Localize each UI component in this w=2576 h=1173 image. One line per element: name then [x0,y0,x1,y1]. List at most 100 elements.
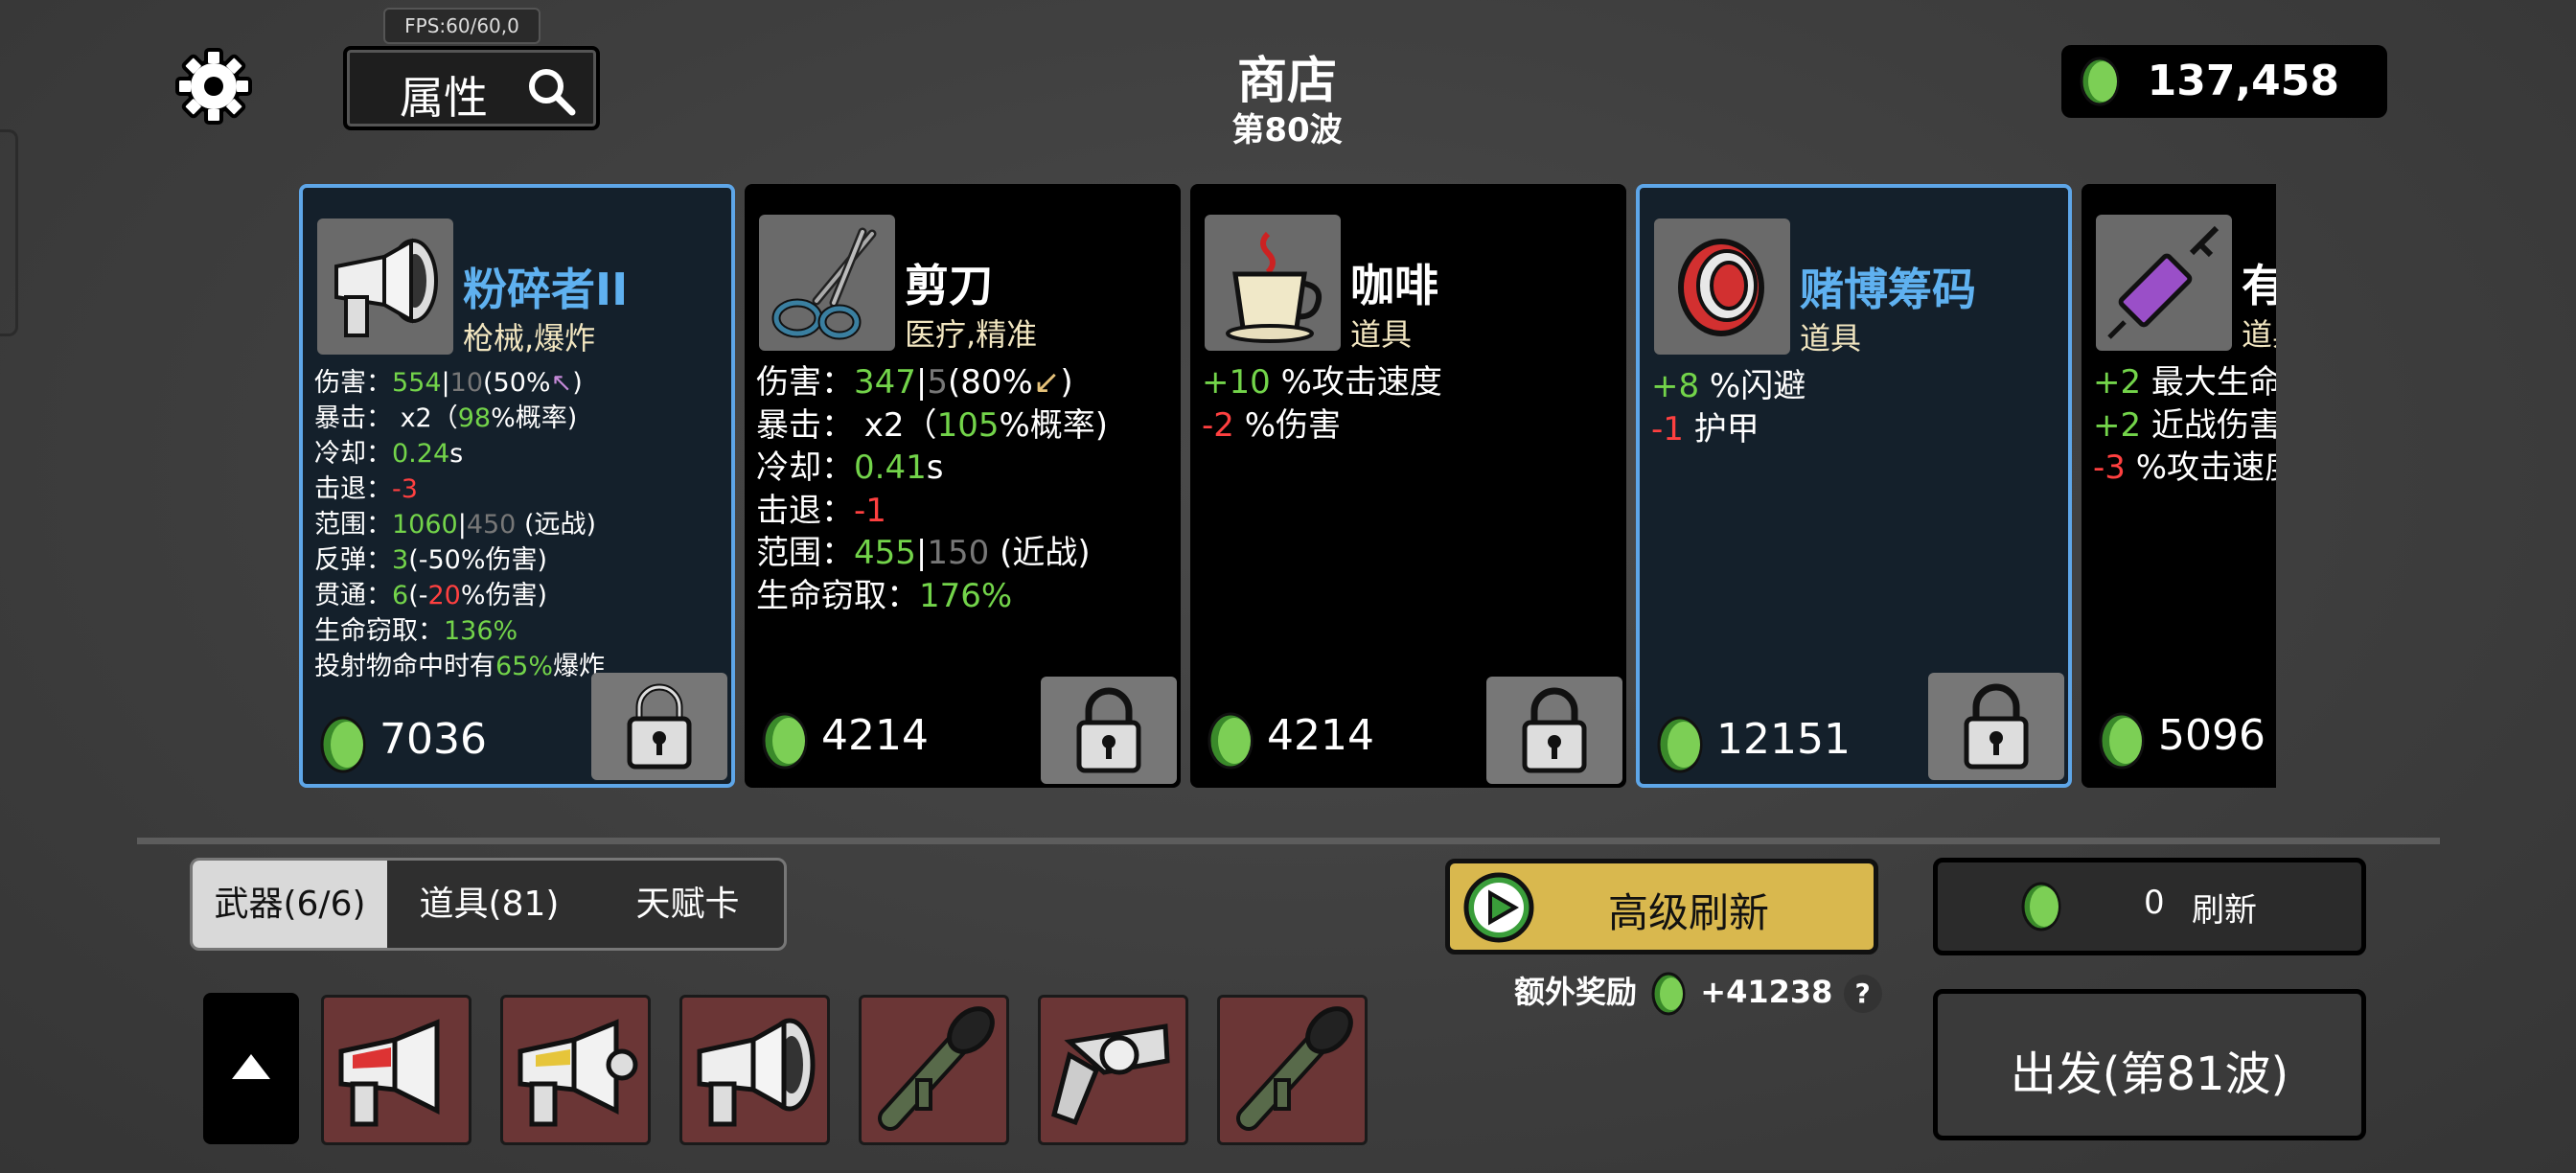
tab-talent-cards[interactable]: 天赋卡 [591,861,784,948]
card-name: 剪刀 [905,260,993,311]
stat-pierce: 贯通：6(-20%伤害) [314,581,548,610]
coffee-cup-icon [1205,215,1341,351]
card-name: 有 [2242,260,2276,311]
inventory-slot[interactable] [321,995,472,1145]
stat-knockback: 击退：-3 [314,474,418,504]
lock-icon[interactable] [1928,673,2064,780]
attributes-button[interactable]: 属性 [343,46,600,130]
coin-icon [1208,712,1254,770]
shop-cards: 粉碎者II 枪械,爆炸 伤害：554|10(50%↖) 暴击： x2（98%概率… [299,184,2276,788]
scissors-icon [759,215,895,351]
lock-icon[interactable] [591,673,727,780]
bonus-label: 额外奖励 [1514,974,1638,1010]
divider [137,838,2440,844]
stat-crit: 暴击： x2（98%概率) [314,403,578,433]
settings-gear-icon[interactable] [175,48,252,125]
refresh-button[interactable]: 0 刷新 [1933,858,2366,955]
start-wave-label: 出发(第81波) [2010,1047,2289,1101]
card-effects: +10 %攻击速度 -2 %伤害 [1202,361,1442,447]
inventory-slot[interactable] [1217,995,1368,1145]
card-tags: 道具 [1350,316,1413,353]
effect-line: +8 %闪避 [1651,367,1806,405]
inventory-tabs: 武器(6/6) 道具(81) 天赋卡 [190,858,787,951]
coin-icon [1651,972,1686,1016]
advanced-refresh-button[interactable]: 高级刷新 [1445,859,1878,954]
inventory-slot[interactable] [679,995,830,1145]
shop-card-poker-chip[interactable]: 赌博筹码 道具 +8 %闪避 -1 护甲 12151 [1636,184,2072,788]
lock-icon[interactable] [1486,677,1622,784]
card-tags: 道具 [1800,320,1862,356]
help-icon[interactable]: ? [1843,975,1882,1013]
shop-card-syringe[interactable]: 有 道具 +2 最大生命值 +2 近战伤害 -3 %攻击速度 5096 [2082,184,2276,788]
card-price: 7036 [380,715,487,764]
advanced-refresh-label: 高级刷新 [1608,889,1770,936]
card-price: 4214 [1267,711,1374,760]
inventory-slot[interactable] [1038,995,1188,1145]
red-megaphone-gun-icon [338,1019,440,1127]
stat-damage: 伤害：554|10(50%↖) [314,368,583,398]
effect-line: +10 %攻击速度 [1202,363,1442,402]
shop-card-shredder[interactable]: 粉碎者II 枪械,爆炸 伤害：554|10(50%↖) 暴击： x2（98%概率… [299,184,735,788]
card-tags: 道具 [2242,316,2276,353]
effect-line: -3 %攻击速度 [2093,448,2276,487]
coin-icon [2021,882,2061,932]
card-price: 12151 [1716,715,1851,764]
card-name: 粉碎者II [463,264,629,315]
stat-crit: 暴击： x2（105%概率) [756,405,1109,445]
effect-line: -1 护甲 [1651,409,1760,448]
search-icon [529,69,576,116]
bonus-value: +41238 [1700,974,1833,1010]
rocket-launcher-icon [878,1006,995,1131]
coin-icon [2080,57,2120,106]
card-price: 5096 [2158,711,2266,760]
stat-range: 范围：455|150 (近战) [756,534,1091,572]
stat-lifesteal: 生命窃取：136% [314,616,518,646]
coin-icon [1657,716,1703,773]
card-name: 赌博筹码 [1800,264,1976,315]
stat-cooldown: 冷却：0.24s [314,439,464,469]
card-price: 4214 [821,711,929,760]
stat-explode: 投射物命中时有65%爆炸 [314,652,606,681]
card-name: 咖啡 [1350,260,1438,311]
effect-line: +2 近战伤害 [2093,405,2276,445]
stat-cooldown: 冷却：0.41s [756,448,944,487]
syringe-icon [2096,215,2232,351]
wave-number: 第80波 [1231,111,1343,150]
shop-card-coffee[interactable]: 咖啡 道具 +10 %攻击速度 -2 %伤害 4214 [1190,184,1626,788]
effect-line: +2 最大生命值 [2093,363,2276,402]
megaphone-gun-icon [317,218,453,355]
tab-items[interactable]: 道具(81) [387,861,591,948]
tab-weapons[interactable]: 武器(6/6) [193,861,387,948]
fps-counter: FPS:60/60,0 [383,8,540,44]
arrow-up-icon [232,1054,270,1079]
start-next-wave-button[interactable]: 出发(第81波) [1933,989,2366,1140]
yellow-megaphone-gun-icon [518,1019,638,1127]
stat-lifesteal: 生命窃取：176% [756,576,1013,615]
rocket-launcher-icon [1236,1006,1353,1131]
inventory-slot[interactable] [859,995,1009,1145]
shop-card-scissors[interactable]: 剪刀 医疗,精准 伤害：347|5(80%↙) 暴击： x2（105%概率) 冷… [745,184,1181,788]
side-panel-tab[interactable] [0,129,18,336]
card-tags: 枪械,爆炸 [463,320,596,356]
card-stats: 伤害：347|5(80%↙) 暴击： x2（105%概率) 冷却：0.41s 击… [756,361,1108,617]
stat-bounce: 反弹：3(-50%伤害) [314,545,548,575]
card-tags: 医疗,精准 [905,316,1038,353]
shop-title: 商店 [1236,53,1337,110]
lock-icon[interactable] [1041,677,1177,784]
attributes-label: 属性 [400,72,488,124]
coin-icon [762,712,808,770]
coin-icon [2099,712,2145,770]
collapse-up-button[interactable] [203,993,299,1144]
effect-line: -2 %伤害 [1202,405,1342,445]
card-effects: +2 最大生命值 +2 近战伤害 -3 %攻击速度 [2093,361,2276,490]
money-display: 137,458 [2061,45,2387,118]
coin-icon [320,716,366,773]
poker-chip-icon [1654,218,1790,355]
inventory-slot[interactable] [500,995,651,1145]
card-effects: +8 %闪避 -1 护甲 [1651,365,1806,450]
stat-range: 范围：1060|450 (远战) [314,510,597,540]
extra-bonus: 额外奖励 +41238 ? [1514,968,1882,1017]
revolver-icon [1051,1024,1170,1126]
refresh-label: 刷新 [2192,891,2257,930]
money-amount: 137,458 [2147,57,2339,105]
